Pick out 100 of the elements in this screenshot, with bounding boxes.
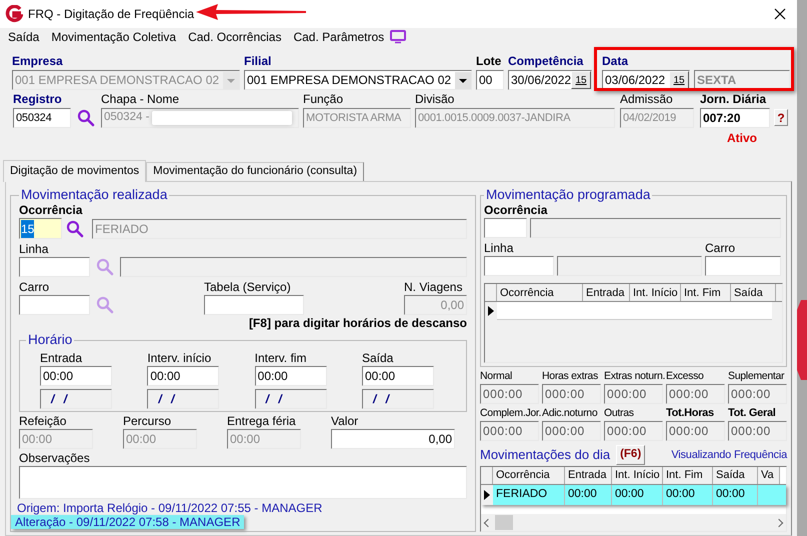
field-label: Divisão: [415, 92, 456, 106]
column-header[interactable]: Int. Início: [612, 466, 663, 484]
field-label: Refeição: [19, 414, 68, 428]
input-field[interactable]: 000:00: [542, 421, 601, 442]
input-field[interactable]: 050324: [13, 108, 71, 128]
field-label: Percurso: [123, 414, 172, 428]
field-label: Valor: [331, 414, 360, 428]
field-label: Chapa - Nome: [101, 92, 180, 106]
column-header[interactable]: Ocorrência: [493, 466, 565, 484]
menu-item[interactable]: Cad. Ocorrências: [182, 28, 288, 46]
menu-item[interactable]: Cad. Parâmetros: [287, 28, 390, 46]
input-field[interactable]: 00:00: [362, 366, 434, 386]
search-icon[interactable]: [66, 220, 84, 238]
input-field[interactable]: 000:00: [666, 421, 725, 442]
field-value: / /: [51, 390, 70, 408]
calendar-button[interactable]: 15: [571, 71, 591, 89]
input-field[interactable]: 000:00: [480, 384, 539, 404]
input-field[interactable]: / /: [362, 388, 434, 408]
input-field[interactable]: 000:00: [604, 421, 663, 442]
input-field[interactable]: [484, 256, 554, 276]
input-field[interactable]: / /: [147, 388, 220, 408]
input-field[interactable]: [530, 218, 781, 238]
field-label: Linha: [19, 242, 50, 256]
calendar-button[interactable]: 15: [669, 71, 689, 89]
field-label: Outras: [604, 406, 635, 420]
input-field[interactable]: 0,00: [331, 428, 455, 448]
field-value: / /: [158, 390, 178, 408]
audit-text: Origem: Importa Relógio - 09/11/2022 07:55 - MANAGER: [17, 501, 322, 515]
close-icon[interactable]: [774, 8, 786, 20]
input-field[interactable]: 00:00: [254, 366, 327, 386]
field-value: / /: [372, 390, 392, 408]
table-row[interactable]: FERIADO 00:00 00:00 00:00 00:00: [481, 484, 786, 505]
help-button[interactable]: ?: [774, 109, 788, 126]
field-label: Horas extras: [542, 369, 599, 384]
menu-item[interactable]: Movimentação Coletiva: [45, 28, 182, 46]
field-label: Função: [303, 92, 344, 106]
input-field[interactable]: [120, 257, 467, 278]
input-field[interactable]: [204, 295, 304, 316]
table-cell: FERIADO: [493, 484, 565, 505]
field-label: Data: [602, 54, 630, 68]
dropdown[interactable]: 001 EMPRESA DEMONSTRACAO 02: [244, 70, 472, 90]
field-label: Interv. fim: [254, 350, 308, 364]
input-field[interactable]: 000:00: [728, 421, 787, 442]
table-cell: 00:00: [663, 484, 713, 505]
field-label: Competência: [508, 54, 584, 68]
shortcut-button[interactable]: (F6): [616, 445, 646, 465]
input-field[interactable]: [484, 218, 527, 238]
input-field[interactable]: 00: [476, 70, 504, 90]
input-field[interactable]: 000:00: [480, 421, 539, 442]
field-value: 050324 -: [104, 110, 150, 126]
column-header[interactable]: Int. Fim: [663, 466, 713, 484]
mode-label: Visualizando Frequência: [671, 448, 787, 463]
field-label: Jorn. Diária: [700, 92, 768, 106]
field-label: Empresa: [12, 54, 64, 68]
text-area[interactable]: [19, 466, 467, 499]
input-field[interactable]: 007:20: [700, 108, 770, 128]
input-field[interactable]: [19, 257, 90, 278]
field-label: Tot. Geral: [728, 406, 777, 420]
field-label: Filial: [244, 54, 272, 68]
audit-text: Alteração - 09/11/2022 07:58 - MANAGER: [11, 515, 244, 529]
input-field[interactable]: [557, 256, 702, 276]
input-field[interactable]: 000:00: [666, 384, 725, 404]
input-field[interactable]: 000:00: [728, 384, 787, 404]
input-field[interactable]: [19, 295, 90, 316]
field-label: Observações: [19, 450, 91, 464]
input-field[interactable]: [705, 256, 781, 276]
column-header[interactable]: Entrada: [565, 466, 612, 484]
field-label: Carro: [19, 280, 50, 294]
status-label: Ativo: [727, 130, 757, 145]
field-label: Complem.Jor.: [480, 406, 539, 420]
window-title: FRQ - Digitação de Freqüência: [28, 6, 194, 23]
group-title: Movimentação programada: [485, 186, 652, 204]
field-label: Entrega féria: [227, 414, 297, 428]
field-label: Normal: [480, 369, 514, 384]
input-field[interactable]: / /: [254, 388, 327, 408]
input-field[interactable]: 000:00: [604, 384, 663, 404]
field-label: Tabela (Serviço): [204, 280, 292, 294]
column-header[interactable]: Saída: [713, 466, 758, 484]
field-value: 15: [21, 220, 34, 238]
search-icon[interactable]: [77, 109, 95, 127]
field-label: Linha: [484, 241, 514, 256]
input-field[interactable]: 15: [19, 218, 62, 240]
input-field[interactable]: 03/06/2022 15: [602, 70, 690, 90]
input-field[interactable]: / /: [40, 388, 112, 408]
scroll-thumb[interactable]: [495, 515, 513, 530]
tab[interactable]: Digitação de movimentos: [3, 160, 146, 182]
field-label: N. Viagens: [404, 280, 462, 294]
field-label: Extras noturn.: [604, 369, 663, 384]
grid-corner: [481, 466, 493, 484]
column-header[interactable]: Va: [758, 466, 780, 484]
tab[interactable]: Movimentação do funcionário (consulta): [146, 162, 364, 181]
input-field[interactable]: 30/06/2022 15: [508, 70, 592, 90]
input-field[interactable]: 00:00: [40, 366, 112, 386]
menu-item[interactable]: Saída: [2, 28, 46, 46]
monitor-icon[interactable]: [390, 30, 406, 44]
field-value: / /: [266, 390, 285, 408]
input-field[interactable]: 00:00: [147, 366, 220, 386]
field-label: Lote: [476, 54, 502, 68]
horizontal-scrollbar[interactable]: [481, 514, 786, 531]
input-field[interactable]: 000:00: [542, 384, 601, 404]
